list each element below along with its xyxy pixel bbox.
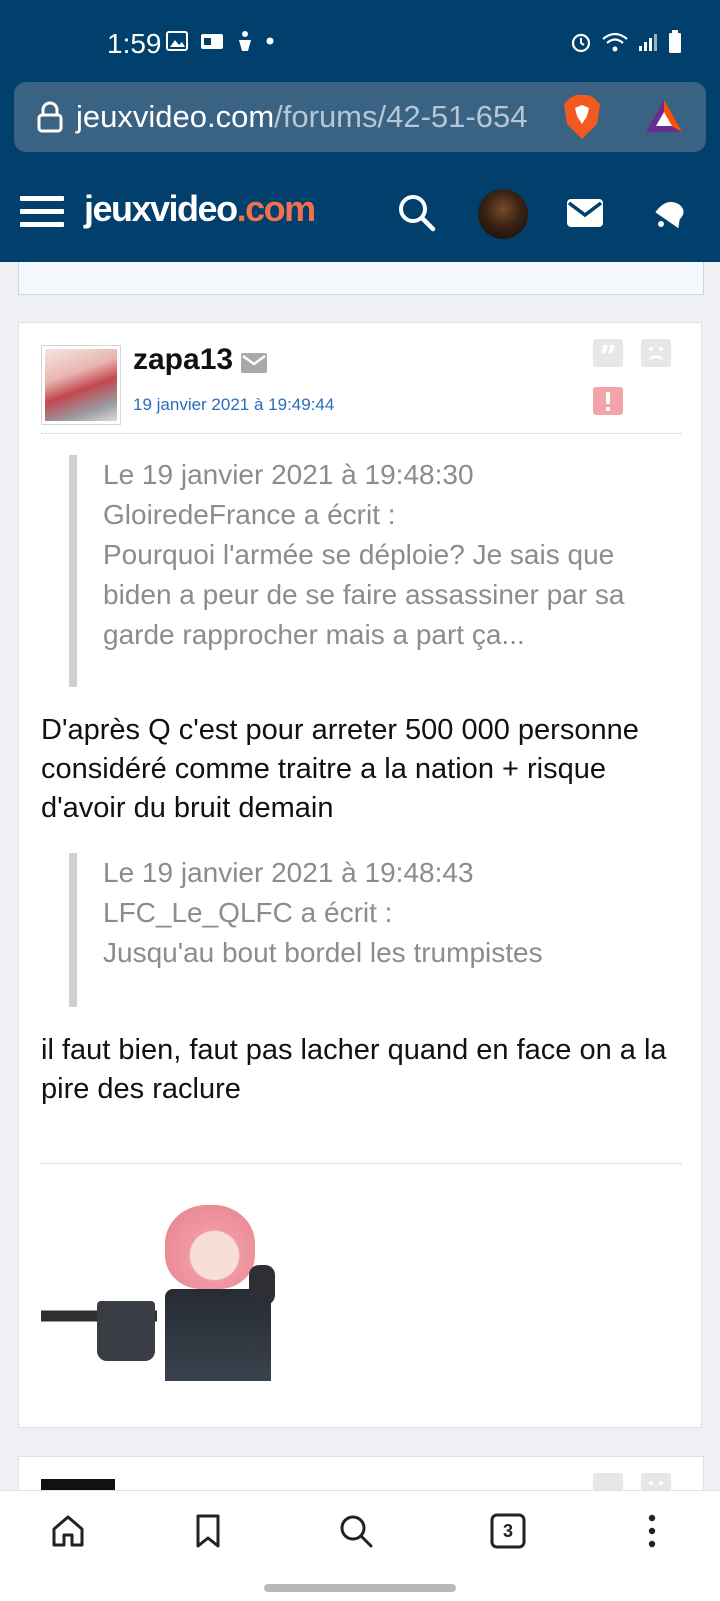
- report-alert-icon[interactable]: [593, 387, 623, 415]
- post-author-avatar[interactable]: [41, 345, 121, 425]
- quote-author: GloiredeFrance a écrit :: [103, 499, 396, 530]
- svg-text:”: ”: [599, 339, 617, 367]
- previous-post-edge: [18, 262, 704, 295]
- status-time: 1:59: [107, 28, 162, 59]
- alarm-icon: [571, 33, 591, 53]
- private-message-icon[interactable]: [241, 353, 267, 373]
- tab-count: 3: [502, 1521, 513, 1541]
- gallery-icon: [166, 31, 188, 51]
- signal-icon: [639, 34, 657, 51]
- home-indicator[interactable]: [264, 1584, 456, 1592]
- quote-text: Pourquoi l'armée se déploie? Je sais que…: [103, 539, 625, 650]
- dot-icon: [266, 37, 274, 45]
- search-icon[interactable]: [338, 1513, 374, 1549]
- post-author-name[interactable]: zapa13: [133, 343, 233, 377]
- forum-post: zapa13 19 janvier 2021 à 19:49:44 ” Le 1…: [18, 322, 702, 1428]
- url-domain: jeuxvideo.com: [76, 99, 275, 134]
- lock-icon[interactable]: [36, 101, 64, 133]
- search-icon[interactable]: [398, 194, 436, 232]
- wifi-icon: [602, 32, 628, 52]
- battery-icon: [669, 30, 681, 53]
- quote-header: Le 19 janvier 2021 à 19:48:43: [103, 857, 474, 888]
- signature-image: [41, 1189, 291, 1381]
- address-bar[interactable]: jeuxvideo.com/forums/42-51-654: [14, 82, 706, 152]
- user-avatar[interactable]: [478, 189, 528, 239]
- menu-icon[interactable]: [20, 194, 64, 230]
- quote-block: Le 19 janvier 2021 à 19:48:30 GloiredeFr…: [69, 455, 663, 687]
- brave-shield-icon[interactable]: [562, 94, 602, 140]
- quote-block: Le 19 janvier 2021 à 19:48:43 LFC_Le_QLF…: [69, 853, 663, 1007]
- quote-author: LFC_Le_QLFC a écrit :: [103, 897, 393, 928]
- signature-separator: [41, 1163, 681, 1164]
- sad-face-icon[interactable]: [641, 339, 671, 367]
- quote-icon[interactable]: ”: [593, 339, 623, 367]
- bookmark-icon[interactable]: [190, 1513, 226, 1549]
- post-message-paragraph: il faut bien, faut pas lacher quand en f…: [41, 1034, 667, 1105]
- home-icon[interactable]: [50, 1513, 86, 1549]
- url-path: /forums/42-51-654: [274, 99, 528, 134]
- header-separator: [41, 433, 681, 434]
- quote-header: Le 19 janvier 2021 à 19:48:30: [103, 459, 474, 490]
- site-logo[interactable]: jeuxvideo.com: [84, 188, 316, 230]
- post-date-link[interactable]: 19 janvier 2021 à 19:49:44: [133, 395, 334, 415]
- status-bar: 1:59: [0, 0, 720, 80]
- top-bar: 1:59 jeuxvideo.com/forums/42-51-654 jeux…: [0, 0, 720, 262]
- site-header: jeuxvideo.com: [0, 170, 720, 262]
- more-options-icon[interactable]: [634, 1513, 670, 1549]
- post-message-paragraph: D'après Q c'est pour arreter 500 000 per…: [41, 714, 639, 824]
- tabs-button[interactable]: 3: [490, 1513, 526, 1549]
- notification-bell-icon[interactable]: [652, 194, 686, 230]
- brave-rewards-icon[interactable]: [644, 98, 684, 134]
- mail-icon[interactable]: [566, 198, 604, 228]
- id-card-icon: [201, 34, 223, 49]
- quote-text: Jusqu'au bout bordel les trumpistes: [103, 937, 543, 968]
- figure-icon: [239, 31, 251, 51]
